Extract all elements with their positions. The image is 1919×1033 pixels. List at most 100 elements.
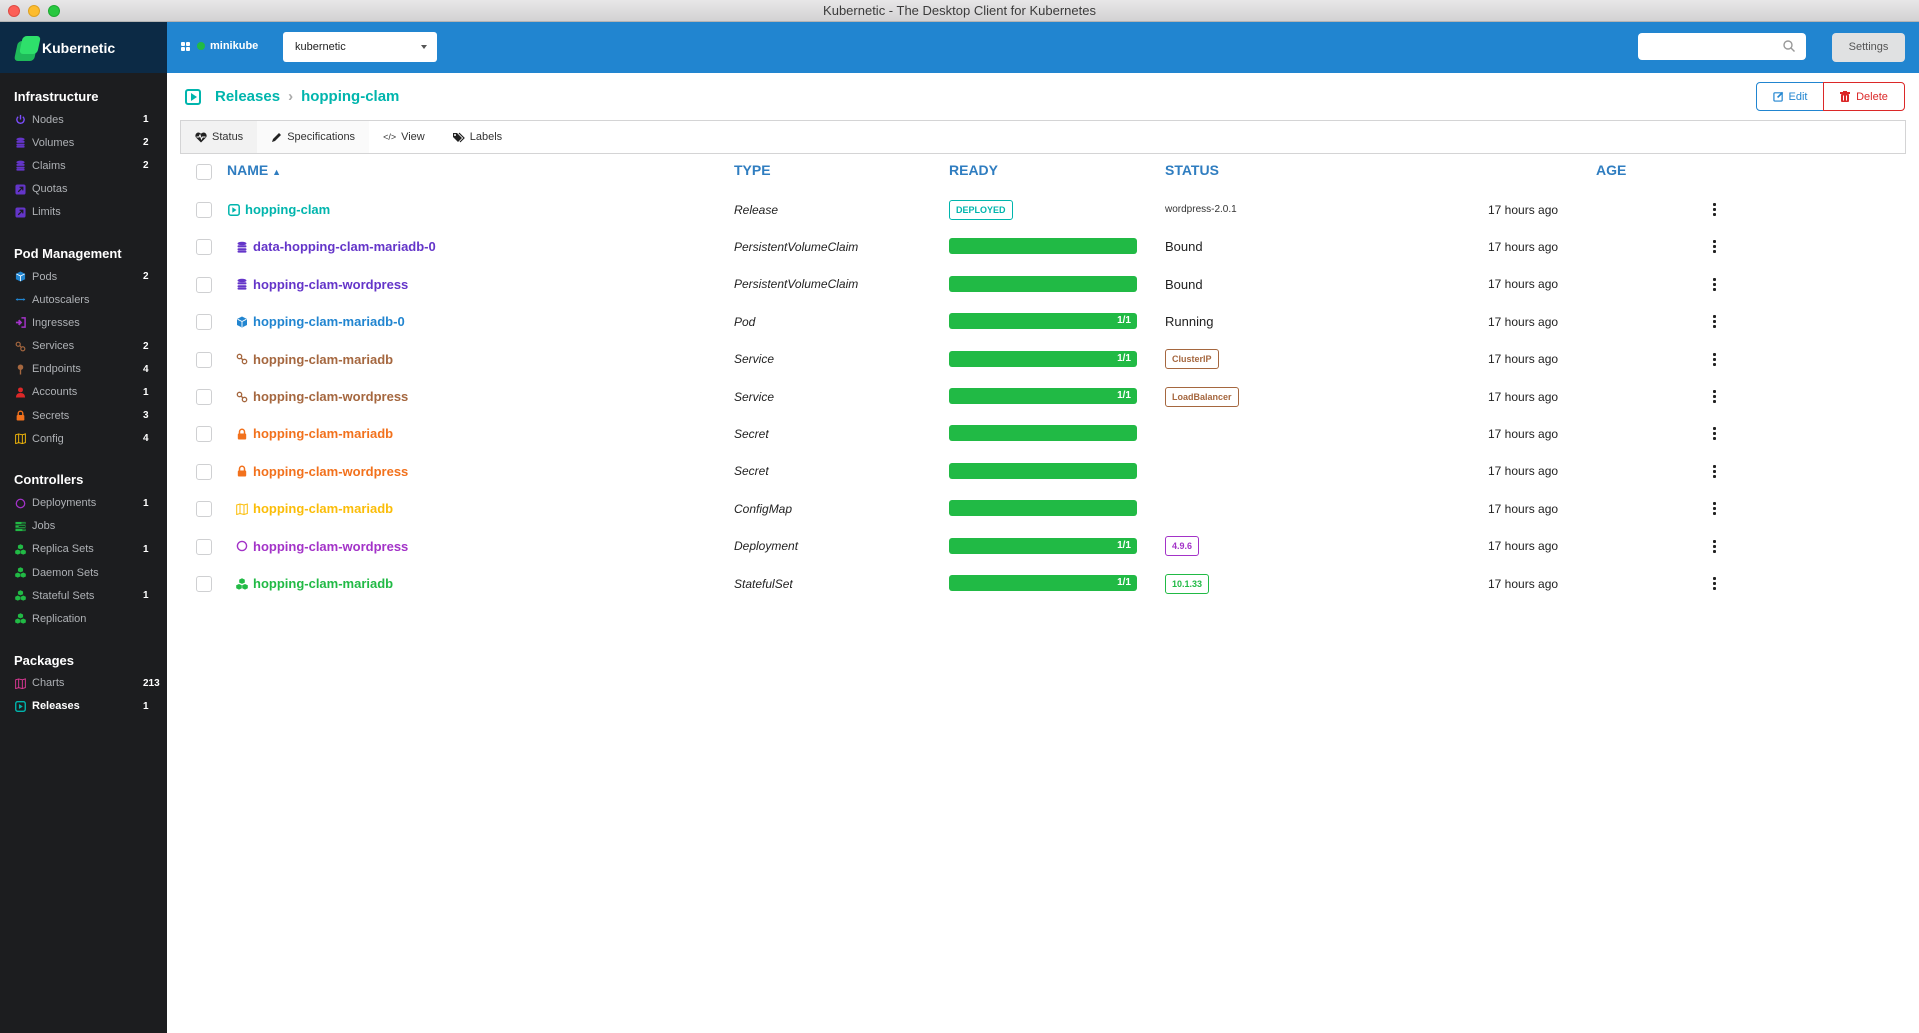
row-checkbox[interactable] [196,576,212,592]
sidebar-item-charts[interactable]: Charts 213 [0,672,167,695]
table-row[interactable]: hopping-clam-mariadb Service 1/1 ClusterIP 1… [180,341,1906,378]
resource-name-link[interactable]: data-hopping-clam-mariadb-0 [236,228,436,265]
row-actions-menu[interactable] [1712,228,1716,265]
sidebar-item-releases[interactable]: Releases 1 [0,695,167,718]
table-row[interactable]: hopping-clam-mariadb ConfigMap 17 hours ag… [180,490,1906,527]
row-checkbox[interactable] [196,389,212,405]
row-actions-menu[interactable] [1712,453,1716,490]
row-actions-menu[interactable] [1712,378,1716,415]
lock-icon [236,428,248,440]
row-actions-menu[interactable] [1712,565,1716,602]
delete-button[interactable]: Delete [1823,82,1905,111]
status-text: Running [1165,314,1214,330]
sidebar-item-nodes[interactable]: Nodes 1 [0,108,167,131]
table-row[interactable]: hopping-clam Release DEPLOYED wordpress-2.0… [180,191,1906,228]
sidebar-item-config[interactable]: Config 4 [0,427,167,450]
column-header-age[interactable]: AGE [1596,162,1626,178]
row-actions-menu[interactable] [1712,341,1716,378]
sidebar-item-label: Endpoints [32,363,81,376]
resource-name-link[interactable]: hopping-clam-wordpress [236,528,408,565]
breadcrumb-releases-link[interactable]: Releases [215,88,280,105]
ready-count: 1/1 [1117,577,1131,588]
map-icon [15,433,26,445]
row-checkbox[interactable] [196,463,212,480]
resource-name-link[interactable]: hopping-clam-mariadb-0 [236,303,405,340]
row-actions-menu[interactable] [1712,191,1716,228]
sidebar-item-ingresses[interactable]: Ingresses [0,311,167,334]
sidebar-item-jobs[interactable]: Jobs [0,515,167,538]
table-row[interactable]: hopping-clam-mariadb StatefulSet 1/1 10.1.3… [180,565,1906,602]
row-actions-menu[interactable] [1712,415,1716,452]
sidebar-item-label: Stateful Sets [32,589,95,602]
sidebar-item-label: Quotas [32,183,68,196]
sidebar-item-deployments[interactable]: Deployments 1 [0,491,167,514]
sidebar-item-volumes[interactable]: Volumes 2 [0,131,167,154]
sidebar-item-claims[interactable]: Claims 2 [0,154,167,177]
resource-name-link[interactable]: hopping-clam [228,191,330,228]
row-checkbox[interactable] [196,239,212,256]
resource-name-link[interactable]: hopping-clam-wordpress [236,453,408,490]
window-close-button[interactable] [8,5,20,17]
sidebar-item-replication[interactable]: Replication [0,607,167,630]
tab-labels[interactable]: Labels [439,121,516,153]
sidebar-item-label: Replication [32,612,87,625]
row-checkbox[interactable] [196,538,212,555]
settings-button[interactable]: Settings [1832,33,1905,62]
age-text: 17 hours ago [1488,426,1559,441]
row-checkbox[interactable] [196,501,212,518]
kebab-menu-icon [1712,352,1716,366]
cluster-indicator[interactable]: minikube [181,40,258,52]
row-actions-menu[interactable] [1712,303,1716,340]
sidebar-item-daemon-sets[interactable]: Daemon Sets [0,561,167,584]
sidebar-item-accounts[interactable]: Accounts 1 [0,381,167,404]
select-all-checkbox[interactable] [196,164,212,180]
row-checkbox[interactable] [196,202,212,218]
namespace-select[interactable]: kubernetic [283,32,437,62]
status-badge: 10.1.33 [1165,573,1210,594]
sidebar-item-pods[interactable]: Pods 2 [0,265,167,288]
search-input[interactable] [1638,33,1806,60]
sidebar: Kubernetic Infrastructure Nodes 1 Volumes 2 C… [0,22,167,1033]
logo[interactable]: Kubernetic [0,22,167,73]
tab-view[interactable]: </> View [369,121,439,153]
tab-status[interactable]: Status [181,121,258,153]
sidebar-item-autoscalers[interactable]: Autoscalers [0,288,167,311]
resource-name-link[interactable]: hopping-clam-mariadb [236,415,393,452]
row-checkbox[interactable] [196,314,212,331]
column-header-type[interactable]: TYPE [734,162,771,178]
resource-name-link[interactable]: hopping-clam-wordpress [236,378,408,415]
row-checkbox[interactable] [196,426,212,443]
table-row[interactable]: hopping-clam-mariadb-0 Pod 1/1 Running 17 ho… [180,303,1906,340]
resource-name-link[interactable]: hopping-clam-mariadb [236,341,393,378]
edit-button[interactable]: Edit [1756,82,1824,111]
sidebar-item-limits[interactable]: Limits [0,201,167,224]
sidebar-item-quotas[interactable]: Quotas [0,178,167,201]
column-header-status[interactable]: STATUS [1165,162,1219,178]
sidebar-item-secrets[interactable]: Secrets 3 [0,404,167,427]
resource-name-link[interactable]: hopping-clam-mariadb [236,490,393,527]
table-row[interactable]: hopping-clam-wordpress Deployment 1/1 4.9.6… [180,528,1906,565]
table-row[interactable]: hopping-clam-mariadb Secret 17 hours ago [180,415,1906,452]
row-actions-menu[interactable] [1712,490,1716,527]
sidebar-item-endpoints[interactable]: Endpoints 4 [0,358,167,381]
row-checkbox[interactable] [196,276,212,293]
sidebar-item-label: Pods [32,270,58,283]
table-row[interactable]: hopping-clam-wordpress Secret 17 hours ago [180,453,1906,490]
table-row[interactable]: hopping-clam-wordpress PersistentVolumeCl… [180,266,1906,303]
window-minimize-button[interactable] [28,5,40,17]
column-header-name[interactable]: NAME ▲ [227,162,281,178]
row-checkbox[interactable] [196,351,212,368]
sidebar-item-replica-sets[interactable]: Replica Sets 1 [0,538,167,561]
row-actions-menu[interactable] [1712,528,1716,565]
sidebar-item-services[interactable]: Services 2 [0,335,167,358]
resource-name-link[interactable]: hopping-clam-mariadb [236,565,393,602]
tab-specifications[interactable]: Specifications [257,121,370,153]
table-row[interactable]: hopping-clam-wordpress Service 1/1 LoadBala… [180,378,1906,415]
column-header-ready[interactable]: READY [949,162,998,178]
table-row[interactable]: data-hopping-clam-mariadb-0 PersistentVol… [180,228,1906,265]
row-actions-menu[interactable] [1712,266,1716,303]
sidebar-item-stateful-sets[interactable]: Stateful Sets 1 [0,584,167,607]
window-maximize-button[interactable] [48,5,60,17]
kebab-menu-icon [1712,502,1716,516]
resource-name-link[interactable]: hopping-clam-wordpress [236,266,408,303]
